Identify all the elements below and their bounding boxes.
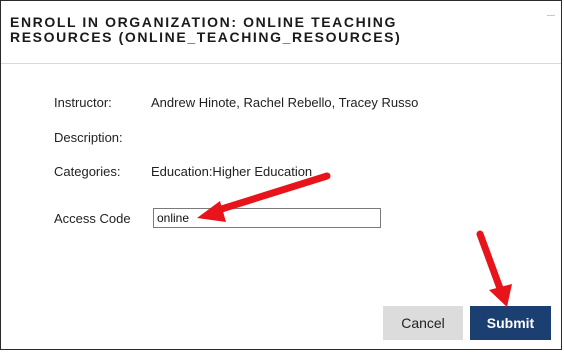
categories-label: Categories: — [54, 164, 121, 179]
enroll-dialog: ENROLL IN ORGANIZATION: ONLINE TEACHING … — [0, 0, 562, 350]
dialog-header: ENROLL IN ORGANIZATION: ONLINE TEACHING … — [1, 1, 561, 64]
description-label: Description: — [54, 130, 123, 145]
submit-button[interactable]: Submit — [470, 306, 551, 340]
dialog-title-line-1: ENROLL IN ORGANIZATION: ONLINE TEACHING — [10, 14, 397, 30]
cancel-button[interactable]: Cancel — [383, 306, 463, 340]
access-code-input[interactable] — [153, 208, 381, 228]
categories-value: Education:Higher Education — [151, 164, 313, 179]
dialog-title-line-2: RESOURCES (ONLINE_TEACHING_RESOURCES) — [10, 29, 402, 45]
dialog-title: ENROLL IN ORGANIZATION: ONLINE TEACHING … — [10, 15, 401, 45]
instructor-value: Andrew Hinote, Rachel Rebello, Tracey Ru… — [151, 95, 419, 110]
access-code-label: Access Code — [54, 211, 131, 226]
instructor-label: Instructor: — [54, 95, 112, 110]
close-icon[interactable] — [547, 15, 555, 16]
dialog-footer: Cancel Submit — [1, 306, 561, 344]
